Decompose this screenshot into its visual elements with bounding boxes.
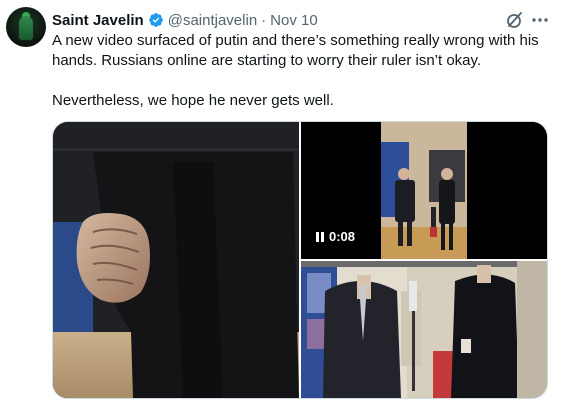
- tweet-paragraph-2: Nevertheless, we hope he never gets well…: [52, 92, 334, 109]
- author-handle[interactable]: @saintjavelin: [168, 12, 257, 29]
- grok-icon[interactable]: [505, 10, 525, 30]
- pause-icon[interactable]: [315, 231, 325, 242]
- video-duration-badge: 0:08: [309, 226, 362, 247]
- author-name[interactable]: Saint Javelin: [52, 12, 144, 29]
- tweet: Saint Javelin @saintjavelin · Nov 10 A n…: [0, 0, 561, 407]
- separator-dot: ·: [261, 11, 267, 29]
- tweet-header: Saint Javelin @saintjavelin · Nov 10: [52, 10, 318, 30]
- verified-badge-icon: [148, 13, 163, 27]
- more-icon[interactable]: [530, 10, 550, 30]
- tweet-paragraph-1: A new video surfaced of putin and there’…: [52, 32, 539, 69]
- video-duration: 0:08: [329, 229, 356, 244]
- avatar[interactable]: [6, 7, 46, 47]
- room-image-art: [301, 261, 547, 398]
- media-video[interactable]: 0:08: [301, 122, 547, 259]
- hand-image-art: [53, 122, 299, 398]
- media-image-hand[interactable]: [53, 122, 299, 398]
- media-image-room[interactable]: [301, 261, 547, 398]
- tweet-text: A new video surfaced of putin and there’…: [52, 31, 552, 111]
- media-grid: 0:08: [52, 121, 548, 399]
- tweet-date[interactable]: Nov 10: [270, 12, 318, 29]
- avatar-figure: [19, 16, 33, 40]
